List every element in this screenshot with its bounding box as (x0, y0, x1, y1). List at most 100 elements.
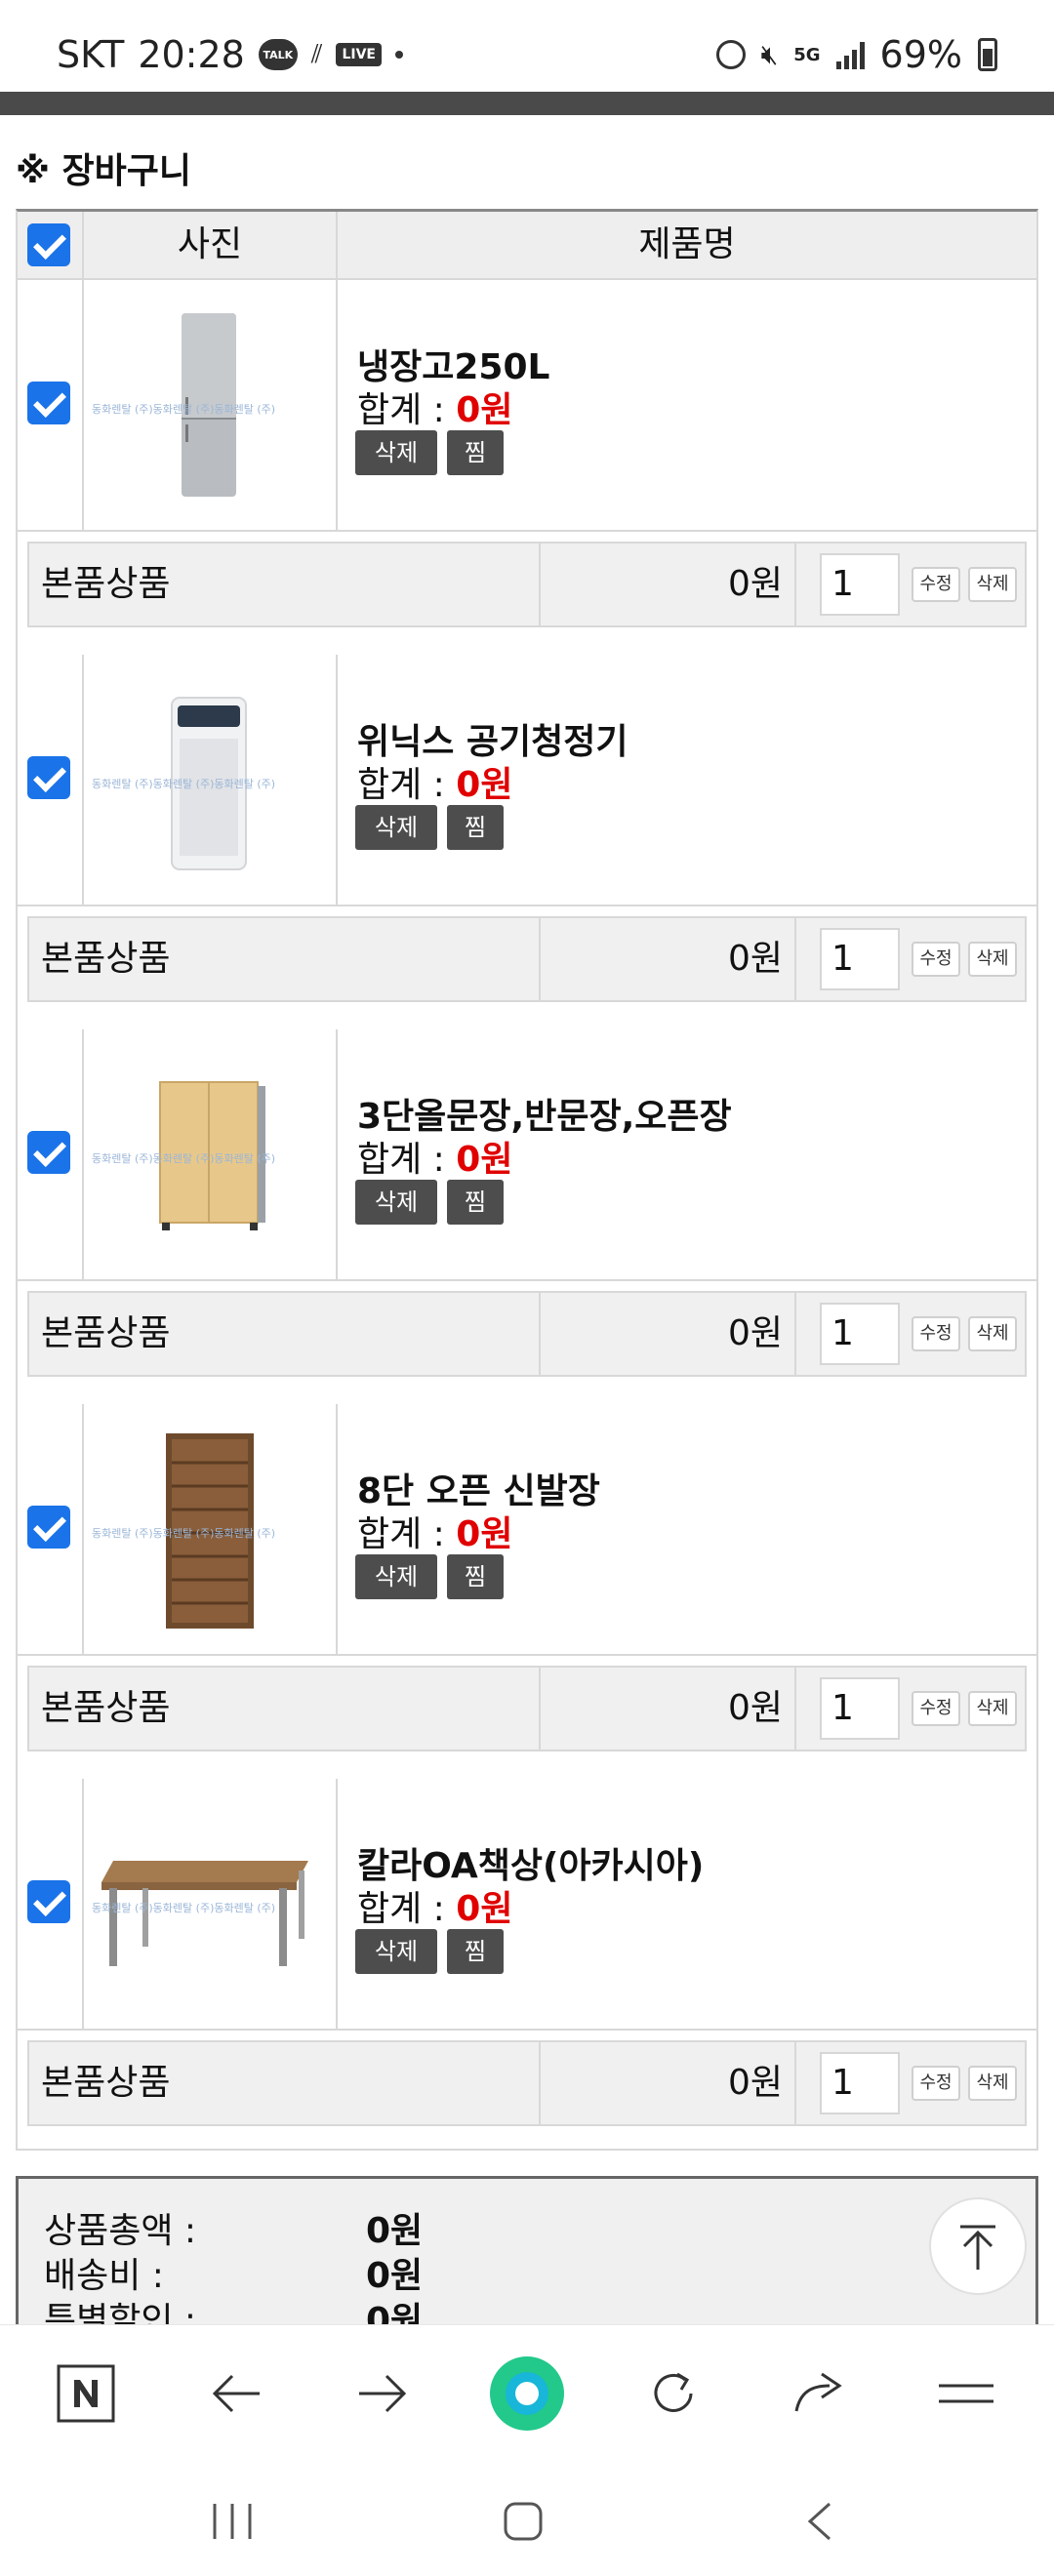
shipping-value: 0원 (366, 2256, 424, 2296)
select-all-checkbox[interactable] (27, 223, 70, 266)
wish-button[interactable]: 찜 (447, 430, 504, 475)
system-back-icon[interactable] (802, 2500, 837, 2543)
product-total: 합계 : 0원 (357, 1514, 513, 1554)
cart-item-row: 동화렌탈 (주)동화렌탈 (주)동화렌탈 (주) 위닉스 공기청정기 합계 : … (18, 655, 1036, 906)
delete-option-button[interactable]: 삭제 (968, 1316, 1017, 1351)
delete-button[interactable]: 삭제 (355, 1180, 437, 1225)
share-icon[interactable] (790, 2364, 849, 2423)
product-total: 합계 : 0원 (357, 765, 513, 805)
product-total: 합계 : 0원 (357, 1140, 513, 1180)
header-product-name: 제품명 (638, 224, 736, 264)
product-total: 합계 : 0원 (357, 1889, 513, 1929)
delete-option-button[interactable]: 삭제 (968, 567, 1017, 602)
delete-option-button[interactable]: 삭제 (968, 942, 1017, 977)
wish-button[interactable]: 찜 (447, 1554, 504, 1599)
option-label: 본품상품 (29, 2042, 541, 2124)
delete-option-button[interactable]: 삭제 (968, 2066, 1017, 2101)
cart-item-row: 동화렌탈 (주)동화렌탈 (주)동화렌탈 (주) 냉장고250L 합계 : 0원… (18, 280, 1036, 532)
browser-toolbar (0, 2324, 1054, 2458)
quantity-input[interactable]: 1 (820, 1677, 900, 1740)
product-image[interactable]: 동화렌탈 (주)동화렌탈 (주)동화렌탈 (주) (84, 1779, 338, 2031)
product-image[interactable]: 동화렌탈 (주)동화렌탈 (주)동화렌탈 (주) (84, 1404, 338, 1656)
battery-icon (978, 38, 997, 71)
cart-item-row: 동화렌탈 (주)동화렌탈 (주)동화렌탈 (주) 칼라OA책상(아카시아) 합계… (18, 1779, 1036, 2031)
option-row: 본품상품 0원 1 수정 삭제 (27, 1666, 1027, 1751)
option-label: 본품상품 (29, 543, 541, 625)
watermark: 동화렌탈 (주)동화렌탈 (주)동화렌탈 (주) (92, 1527, 276, 1540)
edit-quantity-button[interactable]: 수정 (912, 2066, 960, 2101)
product-image[interactable]: 동화렌탈 (주)동화렌탈 (주)동화렌탈 (주) (84, 1029, 338, 1281)
product-total-label: 상품총액 : (44, 2211, 197, 2251)
cart-item: 동화렌탈 (주)동화렌탈 (주)동화렌탈 (주) 8단 오픈 신발장 합계 : … (18, 1404, 1036, 1779)
quantity-input[interactable]: 1 (820, 553, 900, 616)
clock: 20:28 (138, 33, 245, 76)
edit-quantity-button[interactable]: 수정 (912, 567, 960, 602)
delete-button[interactable]: 삭제 (355, 805, 437, 850)
wish-button[interactable]: 찜 (447, 1929, 504, 1974)
delete-button[interactable]: 삭제 (355, 1554, 437, 1599)
carrier-label: SKT (57, 33, 125, 76)
quantity-input[interactable]: 1 (820, 2052, 900, 2114)
quantity-input[interactable]: 1 (820, 1303, 900, 1365)
status-left: SKT 20:28 TALK ⫽ LIVE (57, 33, 403, 76)
item-checkbox[interactable] (27, 382, 70, 424)
reload-icon[interactable] (644, 2364, 703, 2423)
option-row: 본품상품 0원 1 수정 삭제 (27, 916, 1027, 1002)
cart-item-row: 동화렌탈 (주)동화렌탈 (주)동화렌탈 (주) 3단올문장,반문장,오픈장 합… (18, 1029, 1036, 1281)
back-arrow-icon[interactable] (207, 2364, 265, 2423)
cart-item-row: 동화렌탈 (주)동화렌탈 (주)동화렌탈 (주) 8단 오픈 신발장 합계 : … (18, 1404, 1036, 1656)
product-image[interactable]: 동화렌탈 (주)동화렌탈 (주)동화렌탈 (주) (84, 280, 338, 532)
cart-table: 사진 제품명 동화렌탈 (주)동화렌탈 (주)동화렌탈 (주) 냉장고250L … (16, 209, 1038, 2151)
option-price: 0원 (541, 918, 796, 1000)
option-price: 0원 (541, 1293, 796, 1375)
wish-button[interactable]: 찜 (447, 1180, 504, 1225)
status-right: 🔇︎ 5G 69% (715, 33, 997, 76)
green-home-icon[interactable] (488, 2355, 566, 2433)
live-icon: LIVE (336, 43, 382, 66)
delete-option-button[interactable]: 삭제 (968, 1691, 1017, 1726)
watermark: 동화렌탈 (주)동화렌탈 (주)동화렌탈 (주) (92, 778, 276, 790)
kakaotalk-icon: TALK (258, 39, 298, 70)
scroll-to-top-button[interactable] (929, 2197, 1027, 2295)
cart-item: 동화렌탈 (주)동화렌탈 (주)동화렌탈 (주) 3단올문장,반문장,오픈장 합… (18, 1029, 1036, 1404)
quantity-input[interactable]: 1 (820, 928, 900, 990)
signal-bars-icon (835, 40, 865, 69)
forward-arrow-icon[interactable] (353, 2364, 412, 2423)
menu-icon[interactable] (937, 2364, 995, 2423)
cart-item: 동화렌탈 (주)동화렌탈 (주)동화렌탈 (주) 냉장고250L 합계 : 0원… (18, 280, 1036, 655)
option-label: 본품상품 (29, 1293, 541, 1375)
delete-button[interactable]: 삭제 (355, 1929, 437, 1974)
recent-apps-icon[interactable] (209, 2500, 258, 2543)
header-photo: 사진 (84, 212, 338, 278)
home-icon[interactable] (502, 2500, 545, 2543)
cart-item: 동화렌탈 (주)동화렌탈 (주)동화렌탈 (주) 위닉스 공기청정기 합계 : … (18, 655, 1036, 1029)
battery-percent: 69% (879, 33, 962, 76)
watermark: 동화렌탈 (주)동화렌탈 (주)동화렌탈 (주) (92, 403, 276, 416)
product-total-value: 0원 (366, 2211, 424, 2251)
item-checkbox[interactable] (27, 1506, 70, 1549)
option-row: 본품상품 0원 1 수정 삭제 (27, 542, 1027, 627)
status-bar: SKT 20:28 TALK ⫽ LIVE 🔇︎ 5G 69% (0, 0, 1054, 92)
watermark: 동화렌탈 (주)동화렌탈 (주)동화렌탈 (주) (92, 1902, 276, 1914)
option-label: 본품상품 (29, 918, 541, 1000)
edit-quantity-button[interactable]: 수정 (912, 942, 960, 977)
signal-scribble-icon: ⫽ (310, 39, 323, 69)
edit-quantity-button[interactable]: 수정 (912, 1316, 960, 1351)
mute-icon: 🔇︎ (760, 38, 779, 70)
option-row: 본품상품 0원 1 수정 삭제 (27, 2040, 1027, 2126)
scroll-to-top-icon (960, 2225, 995, 2270)
header-check-cell (18, 212, 84, 278)
item-checkbox[interactable] (27, 756, 70, 799)
watermark: 동화렌탈 (주)동화렌탈 (주)동화렌탈 (주) (92, 1152, 276, 1165)
cart-title: ※ 장바구니 (16, 151, 192, 191)
product-image[interactable]: 동화렌탈 (주)동화렌탈 (주)동화렌탈 (주) (84, 655, 338, 906)
delete-button[interactable]: 삭제 (355, 430, 437, 475)
item-checkbox[interactable] (27, 1880, 70, 1923)
cart-table-header: 사진 제품명 (18, 212, 1036, 280)
naver-n-icon[interactable] (57, 2364, 115, 2423)
wish-button[interactable]: 찜 (447, 805, 504, 850)
cart-item: 동화렌탈 (주)동화렌탈 (주)동화렌탈 (주) 칼라OA책상(아카시아) 합계… (18, 1779, 1036, 2153)
system-navigation-bar (0, 2457, 1054, 2576)
edit-quantity-button[interactable]: 수정 (912, 1691, 960, 1726)
item-checkbox[interactable] (27, 1131, 70, 1174)
